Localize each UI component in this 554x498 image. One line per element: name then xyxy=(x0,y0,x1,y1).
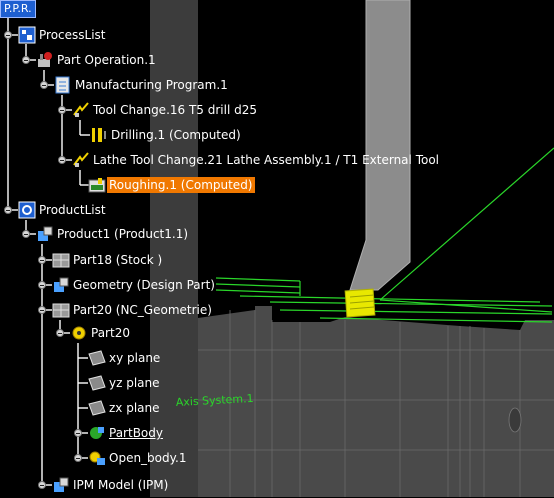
tree-node-roughing[interactable]: Roughing.1 (Computed) xyxy=(88,175,255,195)
product-list-icon xyxy=(18,201,36,219)
tree-node-xy-plane[interactable]: xy plane xyxy=(88,348,162,368)
collapse-toggle[interactable] xyxy=(38,256,46,264)
roughing-icon xyxy=(88,176,106,194)
ppr-root-label[interactable]: P.P.R. xyxy=(0,0,36,18)
tree-node-tool-change-16[interactable]: Tool Change.16 T5 drill d25 xyxy=(72,100,259,120)
partbody-icon xyxy=(88,424,106,442)
tree-node-processlist[interactable]: ProcessList xyxy=(18,25,108,45)
tree-node-ipm-model[interactable]: IPM Model (IPM) xyxy=(52,475,170,495)
collapse-toggle[interactable] xyxy=(4,206,12,214)
collapse-toggle[interactable] xyxy=(74,454,82,462)
tree-node-label: Open_body.1 xyxy=(109,451,187,465)
open-body-icon xyxy=(88,449,106,467)
tree-node-label: yz plane xyxy=(109,376,160,390)
tree-node-label: Roughing.1 (Computed) xyxy=(107,177,255,193)
tree-node-partbody[interactable]: PartBody xyxy=(88,423,165,443)
tree-node-zx-plane[interactable]: zx plane xyxy=(88,398,162,418)
tree-node-label: Part Operation.1 xyxy=(57,53,156,67)
tree-node-product1[interactable]: Product1 (Product1.1) xyxy=(36,224,190,244)
tree-node-label: Lathe Tool Change.21 Lathe Assembly.1 / … xyxy=(93,153,439,167)
part-gear-icon xyxy=(70,324,88,342)
manufacturing-program-icon xyxy=(54,76,72,94)
collapse-toggle[interactable] xyxy=(58,156,66,164)
tree-node-part-operation[interactable]: Part Operation.1 xyxy=(36,50,158,70)
product-icon xyxy=(36,225,54,243)
specification-tree[interactable]: P.P.R. ProcessList Part Operation.1 Manu… xyxy=(0,0,554,497)
tree-node-label: Part20 xyxy=(91,326,130,340)
collapse-toggle[interactable] xyxy=(40,81,48,89)
tree-node-label: Part20 (NC_Geometrie) xyxy=(73,303,212,317)
collapse-toggle[interactable] xyxy=(38,481,46,489)
collapse-toggle[interactable] xyxy=(38,281,46,289)
collapse-toggle[interactable] xyxy=(38,306,46,314)
drilling-icon xyxy=(90,126,108,144)
tree-node-label: Tool Change.16 T5 drill d25 xyxy=(93,103,257,117)
tree-node-label: xy plane xyxy=(109,351,161,365)
product-icon xyxy=(52,276,70,294)
tree-node-label: Manufacturing Program.1 xyxy=(75,78,228,92)
collapse-toggle[interactable] xyxy=(56,329,64,337)
tree-node-drilling[interactable]: Drilling.1 (Computed) xyxy=(90,125,243,145)
tree-node-label: PartBody xyxy=(109,426,163,440)
tree-node-label: ProductList xyxy=(39,203,106,217)
tree-node-label: Drilling.1 (Computed) xyxy=(111,128,241,142)
tree-node-label: IPM Model (IPM) xyxy=(73,478,169,492)
part-icon xyxy=(52,301,70,319)
tool-change-icon xyxy=(72,101,90,119)
tool-change-icon xyxy=(72,151,90,169)
plane-icon xyxy=(88,349,106,367)
tree-node-label: Product1 (Product1.1) xyxy=(57,227,189,241)
part-icon xyxy=(52,251,70,269)
tree-node-label: Geometry (Design Part) xyxy=(73,278,215,292)
tree-node-label: zx plane xyxy=(109,401,160,415)
collapse-toggle[interactable] xyxy=(22,230,30,238)
plane-icon xyxy=(88,374,106,392)
tree-node-yz-plane[interactable]: yz plane xyxy=(88,373,162,393)
part-operation-icon xyxy=(36,51,54,69)
collapse-toggle[interactable] xyxy=(58,106,66,114)
tree-node-label: ProcessList xyxy=(39,28,106,42)
collapse-toggle[interactable] xyxy=(74,429,82,437)
plane-icon xyxy=(88,399,106,417)
tree-node-part20[interactable]: Part20 xyxy=(70,323,132,343)
process-list-icon xyxy=(18,26,36,44)
tree-node-part18[interactable]: Part18 (Stock ) xyxy=(52,250,164,270)
collapse-toggle[interactable] xyxy=(4,31,12,39)
tree-node-lathe-tool-change-21[interactable]: Lathe Tool Change.21 Lathe Assembly.1 / … xyxy=(72,150,441,170)
product-icon xyxy=(52,476,70,494)
tree-node-open-body[interactable]: Open_body.1 xyxy=(88,448,188,468)
tree-node-label: Part18 (Stock ) xyxy=(73,253,163,267)
tree-node-manufacturing-program[interactable]: Manufacturing Program.1 xyxy=(54,75,230,95)
tree-node-part20-nc[interactable]: Part20 (NC_Geometrie) xyxy=(52,300,214,320)
collapse-toggle[interactable] xyxy=(22,56,30,64)
tree-node-geometry[interactable]: Geometry (Design Part) xyxy=(52,275,217,295)
tree-node-productlist[interactable]: ProductList xyxy=(18,200,108,220)
